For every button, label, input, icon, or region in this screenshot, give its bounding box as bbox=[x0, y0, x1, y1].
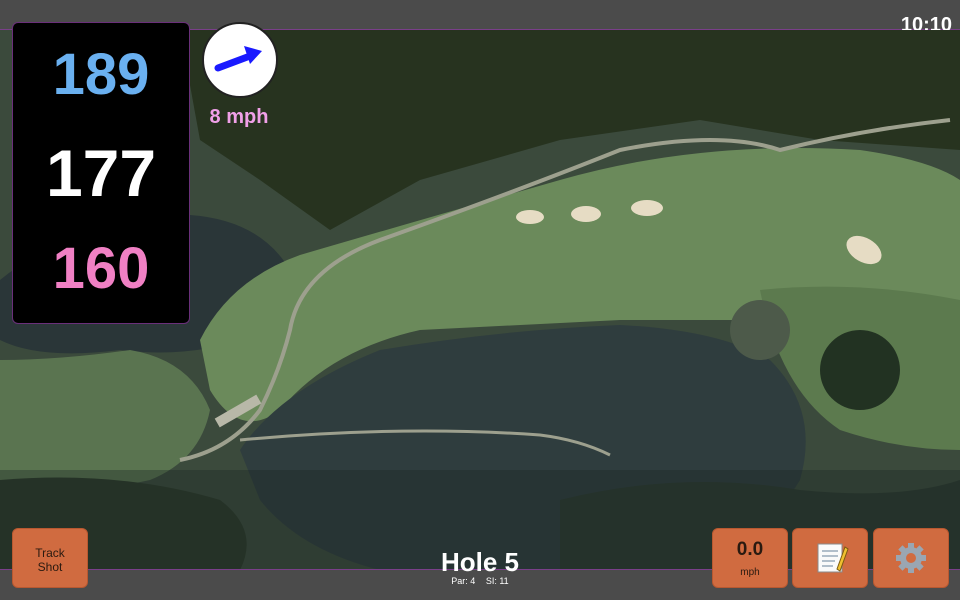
track-shot-label-2: Shot bbox=[37, 560, 63, 574]
speed-button[interactable]: 0.0 mph bbox=[712, 528, 788, 588]
speed-value: 0.0 bbox=[736, 539, 764, 560]
hole-info: Hole 5 Par: 4 SI: 11 bbox=[380, 548, 580, 586]
notepad-icon bbox=[817, 543, 849, 573]
track-shot-label-1: Track bbox=[35, 546, 65, 560]
track-shot-button[interactable]: Track Shot bbox=[12, 528, 88, 588]
hole-details: Par: 4 SI: 11 bbox=[380, 576, 580, 586]
notes-button[interactable] bbox=[792, 528, 868, 588]
wind-speed: 8 mph bbox=[209, 106, 269, 128]
wind-arrow-icon bbox=[214, 46, 262, 72]
settings-button[interactable] bbox=[873, 528, 949, 588]
middle-yardage: 177 bbox=[45, 136, 157, 210]
yardage-panel: 189 177 160 bbox=[12, 22, 190, 324]
back-yardage: 189 bbox=[52, 42, 150, 107]
speed-unit: mph bbox=[740, 567, 760, 578]
wind-direction-indicator bbox=[202, 22, 278, 98]
hole-par: Par: 4 bbox=[451, 576, 476, 586]
hole-title: Hole 5 bbox=[440, 547, 520, 577]
gear-icon bbox=[896, 543, 926, 573]
hole-stroke-index: SI: 11 bbox=[485, 576, 509, 586]
front-yardage: 160 bbox=[52, 236, 150, 301]
